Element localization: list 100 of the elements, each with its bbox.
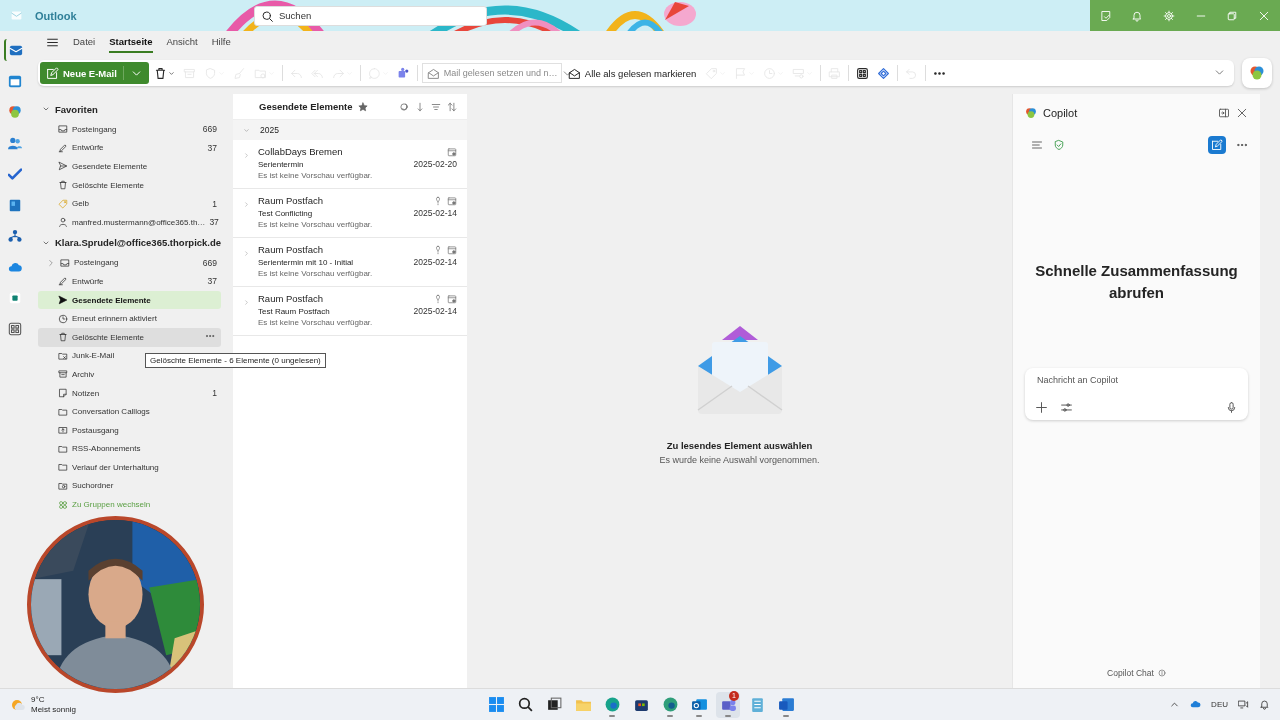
folder-item[interactable]: Gelöschte Elemente (38, 327, 221, 347)
message-item[interactable]: CollabDays Bremen Serientermin 2025-02-20 Es ist keine Vorschau verfügbar. (233, 140, 467, 189)
folder-item[interactable]: Gesendete Elemente (38, 157, 221, 176)
folder-item[interactable]: Posteingang 669 (38, 253, 221, 273)
split-view-icon[interactable] (1218, 107, 1230, 119)
rail-button[interactable] (4, 39, 26, 61)
folder-item[interactable]: Verlauf der Unterhaltung (38, 458, 221, 477)
message-subject: Test Conflicting (258, 208, 314, 218)
message-field[interactable]: Nachricht an Copilot (1035, 374, 1238, 386)
filter-icon[interactable] (431, 101, 441, 112)
microphone-icon[interactable] (1225, 401, 1238, 414)
folder-item[interactable]: Gelb 1 (38, 194, 221, 213)
message-item[interactable]: Raum Postfach Test Raum Postfach 2025-02-14 Es ist keine Vorschau verfügbar. (233, 287, 467, 336)
copilot-icon (8, 105, 22, 119)
document-icon (777, 696, 795, 713)
folder-item[interactable]: Erneut erinnern aktiviert (38, 309, 221, 328)
cloud-icon (8, 260, 22, 274)
folder-item[interactable]: Postausgang (38, 420, 221, 440)
folder-item[interactable]: Entwürfe 37 (38, 272, 221, 291)
folder-title: Gesendete Elemente (259, 101, 353, 112)
folder-item[interactable]: Gelöschte Elemente (38, 175, 221, 195)
folder-item[interactable]: Notizen 1 (38, 383, 221, 403)
folder-section-header[interactable]: Klara.Sprudel@office365.thorpick.de (38, 231, 221, 254)
bell-icon[interactable] (1131, 9, 1144, 22)
message-date: 2025-02-14 (413, 208, 457, 218)
chevron-icon (42, 105, 50, 113)
folder-icon (58, 462, 68, 473)
app-title: Outlook (35, 9, 77, 22)
org-chart-icon (8, 229, 22, 243)
search-field[interactable]: Suchen (254, 5, 487, 26)
folder-item[interactable]: Gesendete Elemente (38, 290, 221, 310)
folder-item[interactable]: Entwürfe 37 (38, 138, 221, 158)
folder-item[interactable]: Archiv (38, 365, 221, 384)
envelope-icon (426, 66, 440, 80)
message-preview: Es ist keine Vorschau verfügbar. (258, 171, 374, 180)
folder-item[interactable]: Posteingang 669 (38, 120, 221, 139)
apps-icon (8, 322, 22, 336)
folder-item[interactable]: RSS-Abonnements (38, 439, 221, 459)
copilot-icon (1025, 107, 1037, 119)
sliders-icon[interactable] (1060, 401, 1073, 414)
calendar-icon (8, 74, 22, 88)
select-icon[interactable] (399, 101, 409, 112)
shield-icon[interactable] (1053, 139, 1065, 151)
folder-section-header[interactable]: Favoriten (38, 98, 221, 120)
empty-state-title: Zu lesendes Element auswählen (666, 440, 813, 451)
calendar-icon (447, 195, 457, 206)
new-chat-button[interactable] (1208, 136, 1226, 154)
restore-icon[interactable] (1226, 9, 1239, 22)
compose-icon (1211, 139, 1223, 151)
info-icon[interactable] (1157, 669, 1166, 677)
plus-icon[interactable] (1035, 401, 1048, 414)
mark-all-read-button[interactable]: Alle als gelesen markieren (563, 66, 701, 80)
send-icon (58, 295, 68, 306)
ribbon-tab[interactable]: Datei (73, 32, 96, 53)
chat-icon (367, 66, 381, 80)
calendar-icon (447, 293, 457, 304)
message-subject: Serientermin mit 10 - Initial (258, 257, 355, 267)
close-icon[interactable] (1236, 107, 1248, 119)
chevron-icon[interactable] (46, 257, 56, 268)
pencil-icon (58, 142, 68, 153)
mail-icon (690, 696, 708, 713)
copilot-button[interactable] (1242, 58, 1272, 88)
message-preview: Es ist keine Vorschau verfügbar. (258, 220, 374, 229)
message-item[interactable]: Raum Postfach Serientermin mit 10 - Initial 2025-02-14 Es ist keine Vorschau verfügbar. (233, 238, 467, 287)
folder-item[interactable]: Conversation Calllogs (38, 402, 221, 421)
notes-icon[interactable] (1099, 9, 1112, 22)
message-subject: Serientermin (258, 159, 305, 169)
close-icon[interactable] (1258, 9, 1271, 22)
groups-icon (58, 499, 68, 510)
cloud-icon[interactable] (1190, 699, 1202, 710)
group-header[interactable]: 2025 (233, 120, 467, 140)
settings-icon[interactable] (1163, 9, 1176, 22)
person-icon (58, 217, 68, 228)
windows-icon (487, 696, 505, 713)
star-icon[interactable] (358, 101, 369, 112)
trash-icon (58, 332, 68, 343)
calendar-icon (447, 244, 457, 255)
arrow-down-icon[interactable] (415, 101, 425, 112)
language-indicator[interactable]: DEU (1211, 700, 1228, 709)
message-item[interactable]: Raum Postfach Test Conflicting 2025-02-14 Es ist keine Vorschau verfügbar. (233, 189, 467, 238)
menu-icon[interactable] (46, 36, 59, 49)
weather-condition: Meist sonnig (31, 704, 76, 715)
sender-name: Raum Postfach (258, 195, 324, 206)
display-speaker-icon[interactable] (1238, 699, 1249, 710)
ribbon-tab[interactable]: Hilfe (211, 32, 231, 53)
calendar-icon (447, 146, 457, 157)
search-icon (516, 696, 534, 713)
folder-item[interactable]: Suchordner (38, 476, 221, 496)
apps-icon (856, 66, 870, 80)
ribbon-tab[interactable]: Startseite (109, 32, 153, 53)
note-icon (58, 388, 68, 398)
app-icon (10, 9, 23, 22)
folder-icon (58, 443, 68, 454)
sort-icon[interactable] (447, 101, 457, 112)
sender-name: CollabDays Bremen (258, 146, 344, 157)
folder-item[interactable]: manfred.mustermann@office365.th… 37 (38, 212, 221, 232)
new-mail-button[interactable]: Neue E-Mail (40, 62, 149, 84)
outbox-icon (58, 425, 68, 436)
ribbon-tab[interactable]: Ansicht (166, 32, 198, 53)
bell-icon[interactable] (1259, 699, 1270, 710)
